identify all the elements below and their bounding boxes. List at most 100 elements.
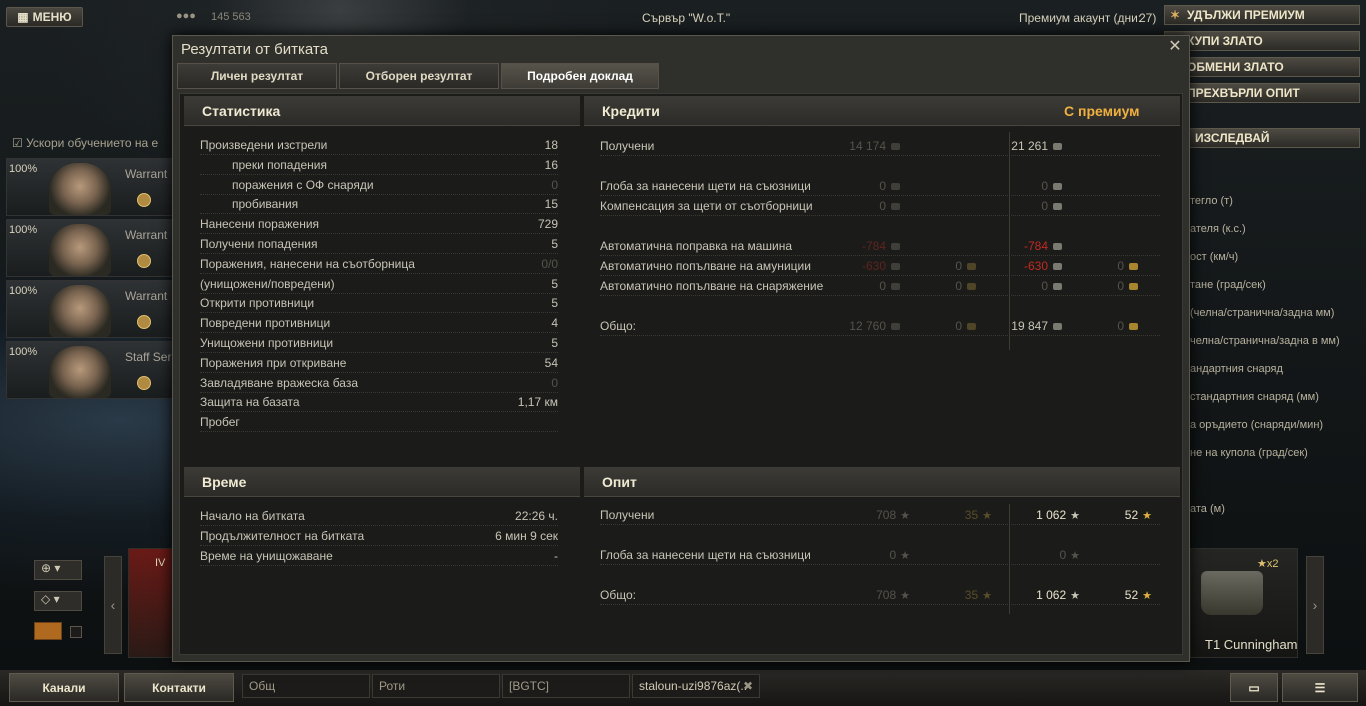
- crew-member-2[interactable]: 100% Warrant: [6, 219, 176, 277]
- contacts-button[interactable]: Контакти: [124, 673, 234, 702]
- stat-row: Получени попадения 5: [200, 236, 558, 254]
- credit-label: Получени: [600, 139, 655, 153]
- credits-icon: [891, 243, 900, 251]
- players-icon: ●●●: [176, 10, 196, 22]
- gold-icon: [967, 323, 976, 331]
- row-divider: [600, 215, 1160, 216]
- premium-column-header: С премиум: [1064, 102, 1140, 119]
- buy-gold-button[interactable]: КУПИ ЗЛАТО: [1164, 31, 1360, 51]
- stat-row: Завладяване вражеска база 0: [200, 375, 558, 393]
- stat-label: Завладяване вражеска база: [200, 375, 359, 390]
- stat-row: (унищожени/повредени) 5: [200, 276, 558, 294]
- xp-row: Глоба за нанесени щети на съюзници 0 ★ 0 ★: [600, 547, 1160, 565]
- credit-label: Автоматично попълване на снаряжение: [600, 279, 824, 293]
- rank-badge-icon: [137, 376, 151, 390]
- credits-icon: [891, 203, 900, 211]
- extend-premium-button[interactable]: ✶ УДЪЛЖИ ПРЕМИУМ: [1164, 5, 1360, 25]
- ammo-filter-icon[interactable]: [34, 622, 62, 640]
- exchange-gold-button[interactable]: ОБМЕНИ ЗЛАТО: [1164, 57, 1360, 77]
- chat-bubble-button[interactable]: ▭: [1230, 673, 1278, 702]
- carousel-tank-left[interactable]: IV: [128, 548, 174, 658]
- stat-row: преки попадения 16: [200, 157, 558, 175]
- time-header: Време: [184, 467, 580, 497]
- xp-row: Общо: 708 ★ 35 ★ 1 062 ★ 52 ★: [600, 587, 1160, 605]
- xp-amount: 1 062: [1036, 508, 1067, 522]
- credit-value-prem: 0: [982, 279, 1062, 293]
- top-bar: ▦ МЕНЮ ●●● 145 563 Сървър "W.o.T." Премиу…: [0, 0, 1366, 103]
- credit-value-prem: 0: [982, 179, 1062, 193]
- row-divider: [600, 335, 1160, 336]
- xp-label: Общо:: [600, 588, 636, 602]
- stat-label: ост (км/ч): [1190, 251, 1239, 263]
- stat-label: Пробег: [200, 415, 240, 430]
- stat-label: (челна/странична/задна мм): [1190, 307, 1335, 319]
- row-divider: [200, 213, 558, 215]
- row-divider: [200, 154, 558, 155]
- notifications-button[interactable]: ☰: [1282, 673, 1358, 702]
- type-filter[interactable]: ◇ ▾: [34, 591, 82, 611]
- credit-row: Автоматично попълване на амуниции -630 0 -6…: [600, 258, 1160, 276]
- stat-label: Нанесени поражения: [200, 217, 320, 232]
- carousel-right-arrow[interactable]: ›: [1306, 556, 1324, 654]
- row-divider: [200, 565, 558, 566]
- close-chat-icon[interactable]: ✖: [743, 679, 753, 693]
- credit-row: Автоматично попълване на снаряжение 0 0 0 0: [600, 278, 1160, 296]
- time-value: 6 мин 9 сек: [495, 529, 558, 543]
- credit-value-prem-gold: 0: [1058, 319, 1138, 333]
- chat-general[interactable]: Общ: [242, 674, 370, 698]
- xp-value-prem: 1 062 ★: [1000, 508, 1080, 522]
- stat-value: 18: [544, 138, 558, 152]
- transfer-xp-button[interactable]: ПРЕХВЪРЛИ ОПИТ: [1164, 83, 1360, 103]
- row-divider: [200, 545, 558, 546]
- stat-value: 0: [551, 375, 558, 390]
- credit-row: Автоматична поправка на машина -784 -784: [600, 238, 1160, 256]
- stat-label: андартния снаряд: [1190, 363, 1283, 375]
- row-divider: [200, 352, 558, 353]
- time-row: Начало на битката 22:26 ч.: [200, 508, 558, 526]
- row-divider: [200, 173, 558, 175]
- stat-label: челна/странична/задна в мм): [1190, 335, 1340, 347]
- close-icon[interactable]: ✕: [1167, 39, 1183, 55]
- stat-row: Пробег: [200, 414, 558, 433]
- stats-header: Статистика: [184, 96, 580, 126]
- row-divider: [200, 253, 558, 254]
- premium-label: Премиум акаунт (дни:: [1019, 11, 1142, 25]
- tab-personal-result[interactable]: Личен резултат: [177, 63, 337, 89]
- crew-member-1[interactable]: 100% Warrant: [6, 158, 176, 216]
- stat-row: Поражения, нанесени на съотборница 0/0: [200, 256, 558, 274]
- gold-icon: [1129, 323, 1138, 331]
- menu-icon: ▦: [17, 10, 29, 24]
- carousel-tank-right[interactable]: ★x2 T1 Cunningham: [1190, 548, 1298, 658]
- stat-value: 0: [551, 177, 558, 192]
- tab-detailed-report[interactable]: Подробен доклад: [501, 63, 659, 89]
- chat-companies[interactable]: Роти: [372, 674, 500, 698]
- chat-clan[interactable]: [BGTC]: [502, 674, 630, 698]
- stat-label: Поражения, нанесени на съотборница: [200, 256, 415, 271]
- stat-label: пробивания: [232, 197, 299, 212]
- credit-value-base: 14 174: [820, 139, 900, 153]
- stat-value: 54: [544, 355, 558, 370]
- credit-amount: 0: [1117, 319, 1124, 333]
- accelerate-training-checkbox[interactable]: ☑ Ускори обучението на е: [12, 136, 158, 150]
- xp-star-icon: ★: [900, 590, 910, 602]
- chat-private[interactable]: staloun-uzi9876az(.. ✖: [632, 674, 760, 698]
- xp-amount: 708: [876, 588, 897, 602]
- crew-member-4[interactable]: 100% Staff Ser: [6, 341, 176, 399]
- nation-filter[interactable]: ⊕ ▾: [34, 560, 82, 580]
- free-xp-star-icon: ★: [1142, 510, 1152, 522]
- crew-member-3[interactable]: 100% Warrant: [6, 280, 176, 338]
- credit-label: Глоба за нанесени щети на съюзници: [600, 179, 811, 193]
- gold-icon: [967, 263, 976, 271]
- carousel-left-arrow[interactable]: ‹: [104, 556, 122, 654]
- credit-value-base: 12 760: [820, 319, 900, 333]
- credit-value-base-gold: 0: [896, 279, 976, 293]
- xp-value-base: 708 ★: [830, 508, 910, 522]
- credits-icon: [1053, 183, 1062, 191]
- menu-button[interactable]: ▦ МЕНЮ: [6, 7, 83, 27]
- row-divider: [200, 391, 558, 393]
- credits-icon: [891, 183, 900, 191]
- credit-value-prem-gold: 0: [1058, 259, 1138, 273]
- tab-team-result[interactable]: Отборен резултат: [339, 63, 499, 89]
- filter-checkbox[interactable]: [70, 626, 82, 638]
- channels-button[interactable]: Канали: [9, 673, 119, 702]
